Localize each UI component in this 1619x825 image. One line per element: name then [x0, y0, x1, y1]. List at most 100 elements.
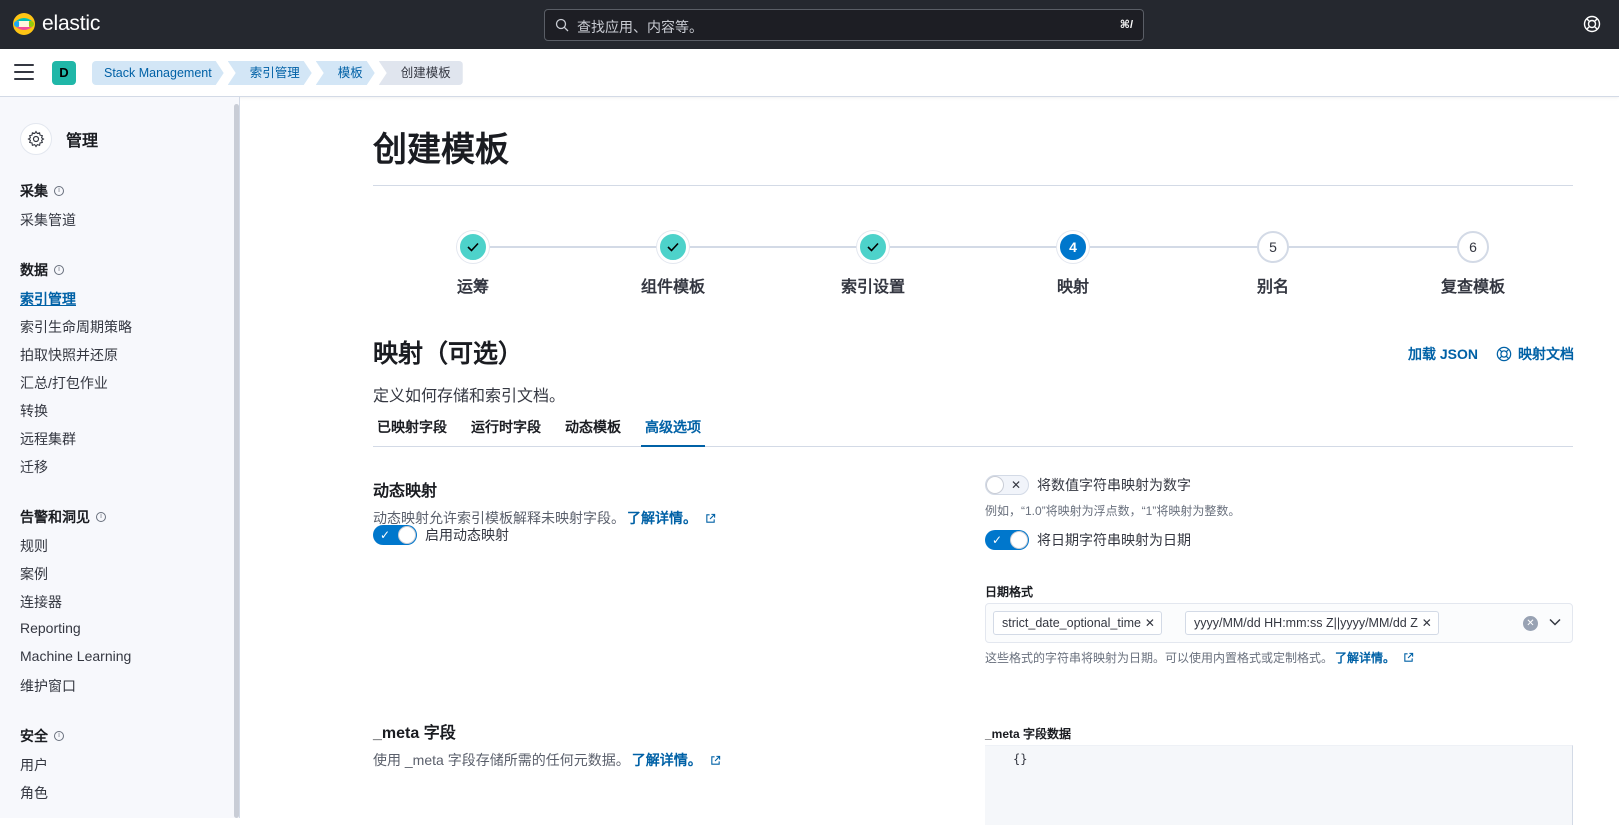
- elastic-logo-icon: [13, 13, 35, 35]
- sidebar-header: 管理: [20, 123, 98, 155]
- dynamic-mapping-title: 动态映射: [373, 483, 438, 500]
- tab-dynamic-templates[interactable]: 动态模板: [561, 407, 625, 447]
- elastic-logo[interactable]: elastic: [12, 12, 100, 36]
- dynamic-mapping-row: ✓ 启用动态映射: [373, 525, 509, 545]
- sidebar-item-snapshot-restore[interactable]: 拍取快照并还原: [20, 345, 118, 365]
- meta-json-editor[interactable]: {}: [985, 745, 1573, 825]
- remove-chip-icon[interactable]: ✕: [1145, 612, 1155, 634]
- tab-mapped-fields[interactable]: 已映射字段: [373, 407, 451, 447]
- remove-chip-icon[interactable]: ✕: [1422, 612, 1432, 634]
- enable-dynamic-mapping-toggle[interactable]: ✓: [373, 525, 417, 545]
- breadcrumb-bar: D Stack Management 索引管理 模板 创建模板: [0, 49, 1619, 97]
- global-search-input[interactable]: 查找应用、内容等。 ⌘/: [544, 9, 1144, 41]
- sidebar-item-reporting[interactable]: Reporting: [20, 620, 81, 636]
- step-review-template[interactable]: 6 复查模板: [1393, 231, 1553, 297]
- numeric-detection-row: ✕ 将数值字符串映射为数字: [985, 475, 1191, 495]
- sidebar-section-ingest: 采集 i: [20, 181, 64, 201]
- sidebar-item-index-management[interactable]: 索引管理: [20, 289, 76, 309]
- load-json-button[interactable]: 加载 JSON: [1408, 344, 1478, 364]
- search-shortcut: ⌘/: [1119, 19, 1133, 31]
- space-avatar[interactable]: D: [52, 61, 76, 85]
- info-icon[interactable]: i: [54, 731, 64, 741]
- date-formats-help: 这些格式的字符串将映射为日期。可以使用内置格式或定制格式。 了解详情。: [985, 649, 1414, 666]
- sidebar-item-cases[interactable]: 案例: [20, 564, 48, 584]
- sidebar-scrollbar[interactable]: [234, 104, 239, 818]
- breadcrumb-index-management[interactable]: 索引管理: [228, 61, 312, 85]
- date-format-chip: strict_date_optional_time ✕: [993, 611, 1162, 635]
- steps-progress: 运筹 组件模板 索引设置 4 映射 5 别名 6 复查模板: [373, 227, 1573, 297]
- search-icon: [555, 18, 569, 32]
- brand-name: elastic: [42, 12, 101, 35]
- numeric-detection-toggle[interactable]: ✕: [985, 475, 1029, 495]
- help-icon[interactable]: [1583, 15, 1601, 33]
- sidebar-item-ingest-pipelines[interactable]: 采集管道: [20, 210, 76, 230]
- search-placeholder: 查找应用、内容等。: [577, 19, 703, 35]
- meta-editor-label: _meta 字段数据: [985, 727, 1072, 741]
- step-component-templates[interactable]: 组件模板: [593, 231, 753, 297]
- learn-more-link[interactable]: 了解详情。: [627, 508, 697, 528]
- step-aliases[interactable]: 5 别名: [1193, 231, 1353, 297]
- breadcrumb: Stack Management 索引管理 模板 创建模板: [92, 61, 467, 85]
- section-title: 映射（可选）: [373, 340, 524, 368]
- sidebar-section-alerts-insights: 告警和洞见 i: [20, 507, 106, 527]
- check-icon: [657, 231, 689, 263]
- date-detection-toggle[interactable]: ✓: [985, 530, 1029, 550]
- mapping-docs-link[interactable]: 映射文档: [1496, 344, 1574, 364]
- section-actions: 加载 JSON 映射文档: [1408, 344, 1574, 364]
- learn-more-link[interactable]: 了解详情。: [632, 750, 702, 770]
- step-number: 4: [1057, 231, 1089, 263]
- breadcrumb-templates[interactable]: 模板: [316, 61, 375, 85]
- sidebar-title: 管理: [66, 133, 99, 150]
- external-link-icon: [710, 755, 720, 765]
- breadcrumb-stack-management[interactable]: Stack Management: [92, 61, 224, 85]
- meta-field-description: 使用 _meta 字段存储所需的任何元数据。 了解详情。: [373, 750, 721, 770]
- sidebar-item-migrate[interactable]: 迁移: [20, 457, 48, 477]
- date-format-chip: yyyy/MM/dd HH:mm:ss Z||yyyy/MM/dd Z ✕: [1185, 611, 1439, 635]
- tab-advanced-options[interactable]: 高级选项: [641, 407, 705, 447]
- sidebar-item-transforms[interactable]: 转换: [20, 401, 48, 421]
- sidebar-item-rules[interactable]: 规则: [20, 536, 48, 556]
- gear-icon: [20, 123, 52, 155]
- step-logistics[interactable]: 运筹: [393, 231, 553, 297]
- chevron-down-icon[interactable]: [1548, 615, 1562, 629]
- step-number: 5: [1257, 231, 1289, 263]
- sidebar-item-roles[interactable]: 角色: [20, 783, 48, 803]
- management-sidebar: 管理 采集 i 采集管道 数据 i 索引管理 索引生命周期策略 拍取快照并还原 汇总…: [0, 97, 240, 818]
- divider: [373, 185, 1573, 186]
- meta-editor-value: {}: [1013, 752, 1028, 766]
- numeric-detection-help: 例如，“1.0”将映射为浮点数，“1”将映射为整数。: [985, 504, 1241, 518]
- step-index-settings[interactable]: 索引设置: [793, 231, 953, 297]
- hamburger-menu-icon[interactable]: [14, 64, 34, 82]
- step-mappings[interactable]: 4 映射: [993, 231, 1153, 297]
- sidebar-item-rollup-jobs[interactable]: 汇总/打包作业: [20, 373, 108, 393]
- page-title: 创建模板: [373, 131, 509, 169]
- check-icon: [457, 231, 489, 263]
- sidebar-item-remote-clusters[interactable]: 远程集群: [20, 429, 76, 449]
- tab-runtime-fields[interactable]: 运行时字段: [467, 407, 545, 447]
- mapping-tabs: 已映射字段 运行时字段 动态模板 高级选项: [373, 407, 1573, 447]
- sidebar-item-users[interactable]: 用户: [20, 755, 48, 775]
- step-number: 6: [1457, 231, 1489, 263]
- external-link-icon: [706, 513, 716, 523]
- sidebar-item-ilm-policies[interactable]: 索引生命周期策略: [20, 317, 132, 337]
- section-description: 定义如何存储和索引文档。: [373, 388, 566, 405]
- sidebar-item-connectors[interactable]: 连接器: [20, 592, 62, 612]
- info-icon[interactable]: i: [96, 512, 106, 522]
- date-formats-combobox[interactable]: strict_date_optional_time ✕ yyyy/MM/dd H…: [985, 603, 1573, 643]
- check-icon: [857, 231, 889, 263]
- breadcrumb-create-template: 创建模板: [378, 61, 463, 85]
- clear-icon[interactable]: ✕: [1523, 616, 1538, 631]
- meta-field-title: _meta 字段: [373, 725, 456, 742]
- external-link-icon: [1404, 652, 1414, 662]
- sidebar-item-machine-learning[interactable]: Machine Learning: [20, 648, 131, 664]
- date-formats-label: 日期格式: [985, 585, 1034, 599]
- sidebar-section-security: 安全 i: [20, 726, 64, 746]
- help-icon: [1496, 346, 1512, 362]
- date-detection-row: ✓ 将日期字符串映射为日期: [985, 530, 1191, 550]
- info-icon[interactable]: i: [54, 186, 64, 196]
- learn-more-link[interactable]: 了解详情。: [1335, 649, 1395, 666]
- info-icon[interactable]: i: [54, 265, 64, 275]
- top-header: elastic 查找应用、内容等。 ⌘/: [0, 0, 1619, 49]
- sidebar-item-maintenance-windows[interactable]: 维护窗口: [20, 676, 76, 696]
- sidebar-section-data: 数据 i: [20, 260, 64, 280]
